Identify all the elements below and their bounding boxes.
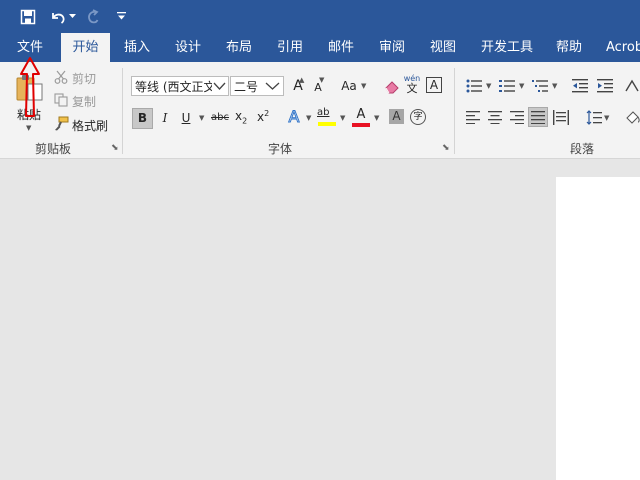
font-group-label: 字体 <box>268 142 293 156</box>
tab-help[interactable]: 帮助 <box>556 33 582 62</box>
character-border-button[interactable]: A <box>426 77 442 93</box>
align-left-icon[interactable] <box>466 111 480 124</box>
shrink-font-caret: ▼ <box>319 76 325 84</box>
change-case-button[interactable]: Aa <box>339 77 359 95</box>
justify-button[interactable] <box>528 107 548 127</box>
copy-icon <box>54 93 68 107</box>
ribbon-home: 粘贴 ▼ 剪切 复制 格式刷 剪贴板 ⬊ 等线 (西文正文 二号 A ▲ A ▼… <box>0 62 640 159</box>
font-name-combo[interactable]: 等线 (西文正文 <box>131 76 215 96</box>
highlight-glyph: ab <box>317 107 330 118</box>
tab-insert[interactable]: 插入 <box>124 33 150 62</box>
bullets-icon[interactable] <box>466 79 482 93</box>
superscript-button[interactable]: x2 <box>257 109 275 127</box>
highlight-button[interactable]: ab <box>317 106 337 128</box>
multilevel-list-icon[interactable] <box>532 79 548 93</box>
tab-layout[interactable]: 布局 <box>226 33 252 62</box>
group-separator <box>122 68 123 154</box>
save-icon[interactable] <box>20 9 36 25</box>
font-color-bar <box>352 123 370 127</box>
align-center-icon[interactable] <box>488 111 502 124</box>
tab-review[interactable]: 审阅 <box>379 33 405 62</box>
font-dialog-launcher[interactable]: ⬊ <box>442 143 452 153</box>
format-painter-button[interactable]: 格式刷 <box>72 117 108 134</box>
multilevel-list-dropdown-icon[interactable]: ▼ <box>552 82 557 90</box>
group-separator <box>454 68 455 154</box>
numbering-dropdown-icon[interactable]: ▼ <box>519 82 524 90</box>
text-effects-dropdown-icon[interactable]: ▼ <box>306 114 311 122</box>
paragraph-group-label: 段落 <box>570 142 595 156</box>
increase-indent-icon[interactable] <box>597 79 613 93</box>
highlight-dropdown-icon[interactable]: ▼ <box>340 114 345 122</box>
phonetic-guide-char: 文 <box>406 82 418 95</box>
numbering-icon[interactable] <box>499 79 515 93</box>
chevron-down-icon <box>265 82 280 90</box>
line-spacing-dropdown-icon[interactable]: ▼ <box>604 114 609 122</box>
cut-button[interactable]: 剪切 <box>72 70 96 87</box>
clipboard-dialog-launcher[interactable]: ⬊ <box>111 143 121 153</box>
copy-button[interactable]: 复制 <box>72 93 96 110</box>
clipboard-group-label: 剪贴板 <box>35 142 72 156</box>
highlight-color-bar <box>318 122 336 126</box>
grow-font-caret: ▲ <box>299 76 305 84</box>
character-shading-button[interactable]: A <box>389 109 404 124</box>
paragraph-shading-icon[interactable] <box>625 109 640 125</box>
ribbon-tabs: 文件 开始 插入 设计 布局 引用 邮件 审阅 视图 开发工具 帮助 Acrob <box>0 33 640 62</box>
align-right-icon[interactable] <box>510 111 524 124</box>
undo-icon[interactable] <box>49 8 67 26</box>
font-color-glyph: A <box>356 107 366 122</box>
title-bar <box>0 0 640 33</box>
subscript-mark: 2 <box>242 116 248 126</box>
line-spacing-icon[interactable] <box>586 110 602 125</box>
chinese-layout-icon[interactable] <box>625 79 640 93</box>
tab-home[interactable]: 开始 <box>61 33 110 62</box>
font-color-button[interactable]: A <box>352 107 370 129</box>
cut-icon <box>54 70 68 84</box>
font-size-combo[interactable]: 二号 <box>230 76 267 96</box>
change-case-dropdown-icon[interactable]: ▼ <box>361 82 366 90</box>
tab-mailings[interactable]: 邮件 <box>328 33 354 62</box>
text-effects-button[interactable]: A <box>285 107 303 126</box>
annotation-arrow-icon <box>20 57 40 117</box>
decrease-indent-icon[interactable] <box>572 79 588 93</box>
font-size-dropdown[interactable] <box>264 76 284 96</box>
subscript-button[interactable]: x2 <box>235 109 253 127</box>
italic-button[interactable]: I <box>156 109 174 127</box>
bold-button[interactable]: B <box>132 108 153 129</box>
strikethrough-button[interactable]: abc <box>208 109 232 127</box>
justify-icon <box>531 111 545 124</box>
clear-formatting-icon[interactable] <box>383 79 401 95</box>
format-painter-icon <box>55 116 69 131</box>
paste-dropdown-icon[interactable]: ▼ <box>26 124 31 132</box>
distributed-icon[interactable] <box>553 110 569 125</box>
font-name-dropdown[interactable] <box>212 76 229 96</box>
tab-design[interactable]: 设计 <box>175 33 201 62</box>
tab-acrobat[interactable]: Acrob <box>606 33 640 62</box>
underline-dropdown-icon[interactable]: ▼ <box>199 114 204 122</box>
redo-icon <box>88 9 99 24</box>
document-page[interactable] <box>556 177 640 480</box>
underline-button[interactable]: U <box>177 109 195 127</box>
tab-developer[interactable]: 开发工具 <box>481 33 533 62</box>
tab-references[interactable]: 引用 <box>277 33 303 62</box>
customize-qat-icon[interactable] <box>117 11 126 20</box>
font-color-dropdown-icon[interactable]: ▼ <box>374 114 379 122</box>
superscript-mark: 2 <box>264 109 270 118</box>
phonetic-guide-button[interactable]: wén 文 <box>403 74 421 98</box>
tab-view[interactable]: 视图 <box>430 33 456 62</box>
undo-dropdown-icon[interactable] <box>69 14 76 19</box>
enclose-characters-button[interactable]: 字 <box>410 109 426 125</box>
chevron-down-icon <box>213 82 226 90</box>
bullets-dropdown-icon[interactable]: ▼ <box>486 82 491 90</box>
